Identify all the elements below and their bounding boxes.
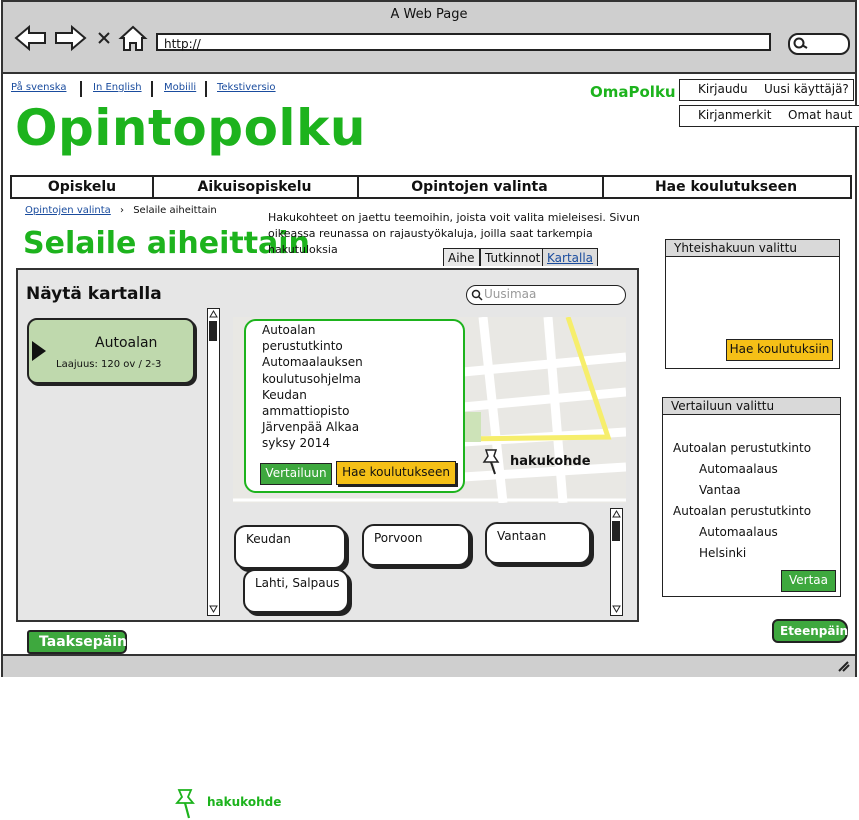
compare-box: Vertailuun valittu Autoalan perustutkint… — [662, 397, 841, 597]
breadcrumb-current: Selaile aiheittain — [133, 205, 217, 216]
info-line: syksy 2014 — [262, 436, 331, 451]
divider — [80, 81, 82, 97]
legend-label: hakukohde — [207, 795, 282, 809]
breadcrumb-link[interactable]: Opintojen valinta — [25, 205, 111, 216]
scroll-up-icon[interactable] — [612, 510, 621, 518]
pin-label: hakukohde — [510, 454, 591, 469]
info-text: Autoalan perustutkinto Automaalauksen ko… — [262, 322, 363, 452]
site-logo[interactable]: Opintopolku — [15, 99, 366, 157]
link-tekstiversio[interactable]: Tekstiversio — [217, 82, 276, 93]
map-pin-icon[interactable] — [481, 448, 503, 476]
compare-item-name: Autoalan perustutkinto — [673, 441, 812, 455]
add-to-compare-button[interactable]: Vertailuun — [260, 463, 332, 485]
topic-scope: Laajuus: 120 ov / 2-3 — [56, 359, 162, 370]
search-icon — [793, 37, 808, 49]
play-arrow-icon — [32, 341, 46, 361]
tab-aihe[interactable]: Aihe — [443, 248, 480, 266]
info-line: Automaalauksen — [262, 355, 363, 370]
info-line: perustutkinto — [262, 339, 343, 354]
search-placeholder: Uusimaa — [484, 287, 537, 301]
topic-title: Autoalan — [95, 335, 158, 351]
place-porvoon[interactable]: Porvoon — [362, 524, 470, 566]
nav-item-hae-koulutukseen[interactable]: Hae koulutukseen — [602, 177, 850, 197]
right-scrollbar[interactable] — [610, 508, 623, 616]
compare-item-detail: Automaalaus — [699, 525, 778, 539]
scroll-down-icon[interactable] — [209, 605, 218, 613]
chevron-right-icon: › — [120, 205, 124, 216]
forward-button[interactable]: Eteenpäin — [772, 619, 848, 643]
compare-item-location: Helsinki — [699, 546, 747, 560]
tab-tutkinnot[interactable]: Tutkinnot — [480, 248, 546, 266]
bookmarks-link[interactable]: Kirjanmerkit — [698, 108, 771, 122]
omapolku-label[interactable]: OmaPolku — [590, 83, 676, 101]
home-icon[interactable] — [118, 25, 148, 51]
legend-pin-icon — [175, 789, 195, 819]
window-title: A Web Page — [390, 7, 468, 22]
info-line: ammattiopisto — [262, 404, 350, 419]
scroll-down-icon[interactable] — [612, 605, 621, 613]
compare-button[interactable]: Vertaa — [781, 570, 836, 592]
new-user-link[interactable]: Uusi käyttäjä? — [764, 82, 849, 96]
link-english[interactable]: In English — [93, 82, 142, 93]
nav-item-aikuisopiskelu[interactable]: Aikuisopiskelu — [152, 177, 359, 197]
status-bar — [3, 654, 855, 677]
nav-item-opintojen-valinta[interactable]: Opintojen valinta — [357, 177, 604, 197]
compare-item-detail: Automaalaus — [699, 462, 778, 476]
forward-arrow-icon[interactable] — [55, 24, 87, 52]
location-search-input[interactable]: Uusimaa — [466, 285, 626, 305]
main-nav: Opiskelu Aikuisopiskelu Opintojen valint… — [10, 175, 852, 199]
place-vantaan[interactable]: Vantaan — [485, 522, 591, 564]
browser-window: A Web Page http:// På svenska In English… — [1, 0, 859, 677]
topic-card[interactable]: Autoalan Laajuus: 120 ov / 2-3 — [27, 318, 195, 384]
info-line: Järvenpää Alkaa — [262, 420, 360, 435]
browser-chrome: A Web Page http:// — [3, 2, 855, 74]
browser-nav-controls — [14, 24, 148, 52]
place-keudan[interactable]: Keudan — [234, 525, 346, 569]
joint-application-box: Yhteishakuun valittu Hae koulutuksiin — [665, 239, 840, 369]
link-svenska[interactable]: På svenska — [11, 82, 66, 93]
panel-title: Näytä kartalla — [26, 284, 162, 304]
resize-grip-icon[interactable] — [837, 660, 851, 672]
login-box: Kirjaudu Uusi käyttäjä? — [679, 79, 854, 101]
place-lahti[interactable]: Lahti, Salpaus — [243, 569, 349, 613]
scroll-thumb[interactable] — [612, 521, 620, 541]
compare-item-location: Vantaa — [699, 483, 741, 497]
tab-kartalla[interactable]: Kartalla — [542, 248, 599, 266]
divider — [205, 81, 207, 97]
joint-application-title: Yhteishakuun valittu — [666, 240, 839, 257]
link-mobiili[interactable]: Mobiili — [164, 82, 196, 93]
divider — [151, 81, 153, 97]
apply-selected-button[interactable]: Hae koulutuksiin — [726, 339, 833, 361]
compare-title: Vertailuun valittu — [663, 398, 840, 415]
back-arrow-icon[interactable] — [14, 24, 46, 52]
left-scrollbar[interactable] — [207, 308, 220, 616]
info-popup: Autoalan perustutkinto Automaalauksen ko… — [244, 319, 465, 493]
page-title: Selaile aiheittain — [23, 226, 310, 261]
back-button[interactable]: Taaksepäin — [27, 630, 127, 654]
apply-button[interactable]: Hae koulutukseen — [336, 461, 456, 485]
info-line: Keudan — [262, 387, 307, 402]
scroll-thumb[interactable] — [209, 321, 217, 341]
user-links-box: Kirjanmerkit Omat haut — [679, 105, 859, 127]
my-searches-link[interactable]: Omat haut — [788, 108, 852, 122]
breadcrumb: Opintojen valinta › Selaile aiheittain — [25, 205, 217, 216]
login-link[interactable]: Kirjaudu — [698, 82, 748, 96]
scroll-up-icon[interactable] — [209, 310, 218, 318]
close-icon[interactable] — [98, 32, 110, 44]
nav-item-opiskelu[interactable]: Opiskelu — [12, 177, 154, 197]
info-line: koulutusohjelma — [262, 371, 362, 386]
compare-item-name: Autoalan perustutkinto — [673, 504, 812, 518]
search-icon — [471, 289, 483, 301]
url-bar[interactable]: http:// — [156, 33, 771, 51]
browser-search[interactable] — [788, 33, 850, 55]
info-line: Autoalan — [262, 323, 316, 337]
